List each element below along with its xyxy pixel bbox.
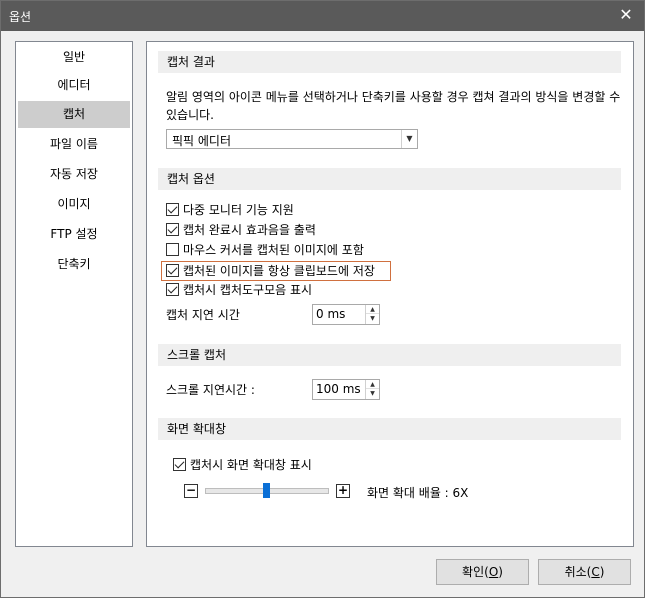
window-title: 옵션 — [9, 10, 32, 24]
checkbox-box[interactable] — [166, 283, 179, 296]
spin-down-icon[interactable]: ▼ — [366, 389, 379, 398]
capture-delay-label: 캡처 지연 시간 — [166, 308, 240, 322]
scroll-capture-header: 스크롤 캡처 — [158, 344, 621, 366]
checkbox-include-cursor[interactable]: 마우스 커서를 캡처된 이미지에 포함 — [166, 241, 364, 259]
sidebar-item-ftp[interactable]: FTP 설정 — [18, 221, 130, 248]
scroll-delay-value: 100 ms — [316, 382, 361, 396]
checkbox-sound[interactable]: 캡처 완료시 효과음을 출력 — [166, 221, 316, 239]
capture-delay-spinner[interactable]: 0 ms ▲ ▼ — [312, 304, 380, 325]
magnifier-header: 화면 확대창 — [158, 418, 621, 440]
capture-result-header: 캡처 결과 — [158, 51, 621, 73]
sidebar-item-editor[interactable]: 에디터 — [18, 72, 130, 99]
sidebar-item-filename[interactable]: 파일 이름 — [18, 131, 130, 158]
capture-result-description: 알림 영역의 아이콘 메뉴를 선택하거나 단축키를 사용할 경우 캡쳐 결과의 … — [166, 90, 621, 122]
chevron-down-icon[interactable]: ▼ — [401, 130, 417, 148]
sidebar: 일반 에디터 캡처 파일 이름 자동 저장 이미지 FTP 설정 단축키 — [15, 41, 133, 547]
spinner-buttons: ▲ ▼ — [365, 380, 379, 399]
zoom-in-button[interactable]: + — [336, 484, 350, 498]
sidebar-item-image[interactable]: 이미지 — [18, 191, 130, 218]
checkbox-label: 캡처 완료시 효과음을 출력 — [183, 223, 316, 237]
checkbox-label: 캡처된 이미지를 항상 클립보드에 저장 — [183, 264, 375, 278]
checkbox-multi-monitor[interactable]: 다중 모니터 기능 지원 — [166, 201, 294, 219]
zoom-out-button[interactable]: − — [184, 484, 198, 498]
zoom-slider-thumb[interactable] — [263, 483, 270, 498]
spinner-buttons: ▲ ▼ — [365, 305, 379, 324]
capture-delay-value: 0 ms — [316, 307, 346, 321]
checkbox-box[interactable] — [166, 203, 179, 216]
title-bar: 옵션 ✕ — [1, 1, 644, 31]
spin-down-icon[interactable]: ▼ — [366, 314, 379, 323]
checkbox-box[interactable] — [166, 223, 179, 236]
capture-result-dropdown[interactable]: 픽픽 에디터 ▼ — [166, 129, 418, 149]
ok-button[interactable]: 확인(O) — [436, 559, 529, 585]
capture-options-header: 캡처 옵션 — [158, 168, 621, 190]
sidebar-item-general[interactable]: 일반 — [18, 44, 130, 71]
checkbox-label: 마우스 커서를 캡처된 이미지에 포함 — [183, 243, 364, 257]
spin-up-icon[interactable]: ▲ — [366, 305, 379, 314]
close-icon[interactable]: ✕ — [616, 5, 636, 25]
scroll-delay-spinner[interactable]: 100 ms ▲ ▼ — [312, 379, 380, 400]
settings-panel: 캡처 결과 알림 영역의 아이콘 메뉴를 선택하거나 단축키를 사용할 경우 캡… — [146, 41, 634, 547]
options-dialog: 옵션 ✕ 일반 에디터 캡처 파일 이름 자동 저장 이미지 FTP 설정 단축… — [0, 0, 645, 598]
checkbox-clipboard[interactable]: 캡처된 이미지를 항상 클립보드에 저장 — [166, 262, 375, 280]
zoom-level-label: 화면 확대 배율 : 6X — [367, 486, 469, 500]
checkbox-label: 캡처시 화면 확대창 표시 — [190, 458, 312, 472]
cancel-button[interactable]: 취소(C) — [538, 559, 631, 585]
scroll-delay-label: 스크롤 지연시간 : — [166, 383, 255, 397]
capture-result-value: 픽픽 에디터 — [172, 134, 232, 148]
checkbox-magnifier[interactable]: 캡처시 화면 확대창 표시 — [173, 456, 312, 474]
sidebar-item-autosave[interactable]: 자동 저장 — [18, 161, 130, 188]
checkbox-box[interactable] — [166, 243, 179, 256]
checkbox-box[interactable] — [173, 458, 186, 471]
sidebar-item-hotkeys[interactable]: 단축키 — [18, 251, 130, 278]
spin-up-icon[interactable]: ▲ — [366, 380, 379, 389]
checkbox-toolbar[interactable]: 캡처시 캡처도구모음 표시 — [166, 281, 312, 299]
checkbox-label: 다중 모니터 기능 지원 — [183, 203, 294, 217]
checkbox-label: 캡처시 캡처도구모음 표시 — [183, 283, 313, 297]
sidebar-item-capture[interactable]: 캡처 — [18, 101, 130, 128]
checkbox-box[interactable] — [166, 264, 179, 277]
